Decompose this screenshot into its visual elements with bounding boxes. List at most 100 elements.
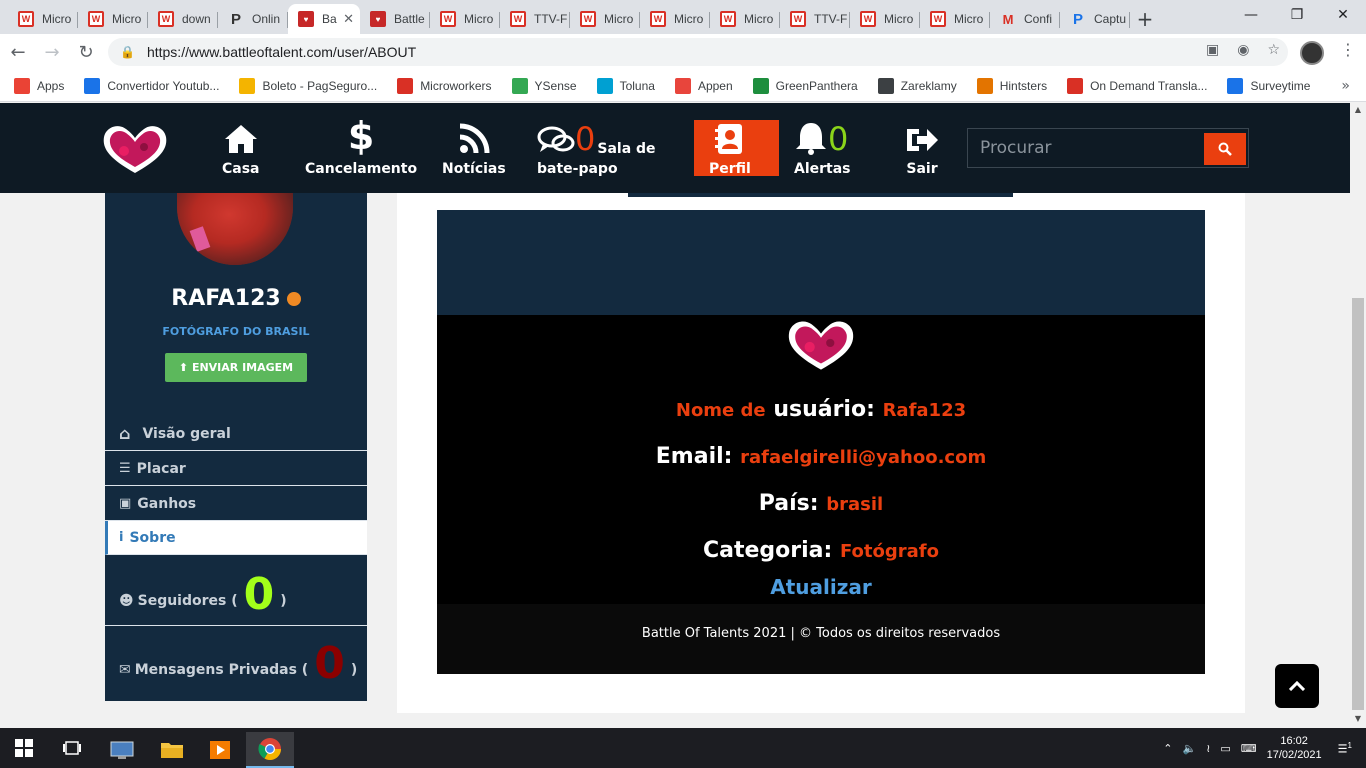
bookmark-list: Apps Convertidor Youtub... Boleto - PagSeg…: [14, 77, 1330, 94]
nav-news[interactable]: Notícias: [442, 121, 506, 177]
nav-logout[interactable]: Sair: [905, 121, 939, 177]
avatar[interactable]: [177, 193, 293, 265]
page-scrollbar[interactable]: ▲ ▼: [1350, 103, 1366, 728]
address-bar[interactable]: 🔒 https://www.battleoftalent.com/user/AB…: [108, 38, 1288, 66]
browser-tab[interactable]: W Micro: [640, 4, 710, 34]
nav-cancel[interactable]: $ Cancelamento: [305, 117, 417, 177]
new-tab-button[interactable]: +: [1130, 4, 1160, 34]
sidebar-item-overview[interactable]: ⌂ Visão geral: [105, 417, 367, 451]
cover-tab-edge: [628, 193, 1013, 197]
bookmark-item[interactable]: Zareklamy: [877, 77, 957, 94]
browser-tab[interactable]: P Onlin: [218, 4, 288, 34]
taskbar-clock[interactable]: 16:02 17/02/2021: [1267, 734, 1322, 762]
browser-tab[interactable]: W Micro: [8, 4, 78, 34]
bookmark-item[interactable]: Appen: [674, 77, 733, 94]
reload-button[interactable]: ↻: [70, 36, 102, 68]
sidebar-item-scoreboard[interactable]: ☰ Placar: [105, 452, 367, 486]
bookmark-item[interactable]: YSense: [511, 77, 577, 94]
bookmark-item[interactable]: Hintsters: [976, 77, 1047, 94]
tab-favicon-icon: W: [930, 11, 946, 27]
bookmark-item[interactable]: Boleto - PagSeguro...: [239, 77, 377, 94]
close-window-button[interactable]: ✕: [1320, 0, 1366, 30]
browser-tab[interactable]: ♥ Battle: [360, 4, 430, 34]
bookmark-item[interactable]: Apps: [14, 77, 64, 94]
sidebar-item-about[interactable]: i Sobre: [105, 521, 367, 555]
scroll-thumb[interactable]: [1352, 298, 1364, 710]
volume-icon[interactable]: 🔈: [1182, 742, 1196, 755]
back-to-top-button[interactable]: [1275, 664, 1319, 708]
tab-title: Onlin: [252, 12, 281, 26]
browser-tab[interactable]: W Micro: [710, 4, 780, 34]
windows-start-button[interactable]: [0, 728, 48, 768]
keyboard-icon[interactable]: ⌨: [1241, 742, 1257, 755]
bookmark-item[interactable]: Convertidor Youtub...: [84, 77, 219, 94]
profile-avatar[interactable]: [1300, 41, 1324, 65]
bookmark-item[interactable]: Surveytime: [1227, 77, 1310, 94]
tracking-icon[interactable]: ◉: [1237, 42, 1249, 58]
back-button[interactable]: ←: [2, 36, 34, 68]
url-text[interactable]: https://www.battleoftalent.com/user/ABOU…: [147, 44, 416, 60]
minimize-button[interactable]: —: [1228, 0, 1274, 30]
contact-card-icon: [714, 121, 745, 155]
task-view-icon[interactable]: [48, 728, 96, 768]
browser-tab[interactable]: W TTV-F: [780, 4, 850, 34]
browser-tab[interactable]: W TTV-F: [500, 4, 570, 34]
browser-tab[interactable]: ♥ Ba ✕: [288, 4, 360, 34]
bookmark-item[interactable]: GreenPanthera: [752, 77, 858, 94]
about-category-row: Categoria: Fotógrafo: [702, 538, 939, 563]
scroll-down-arrow[interactable]: ▼: [1350, 714, 1366, 726]
browser-tab[interactable]: M Confi: [990, 4, 1060, 34]
tab-title: Micro: [112, 12, 142, 26]
tab-title: down: [182, 12, 211, 26]
sidebar-item-earnings[interactable]: ▣ Ganhos: [105, 487, 367, 521]
username-value: Rafa123: [882, 400, 967, 421]
tab-close-icon[interactable]: ✕: [343, 11, 354, 27]
update-link[interactable]: Atualizar: [437, 575, 1205, 599]
translate-icon[interactable]: ▣: [1206, 42, 1219, 58]
network-app-icon[interactable]: [98, 732, 146, 768]
search-button[interactable]: [1204, 133, 1246, 165]
tab-title: Micro: [954, 12, 984, 26]
maximize-button[interactable]: ❐: [1274, 0, 1320, 30]
lock-icon: 🔒: [120, 45, 135, 59]
tab-favicon-icon: W: [18, 11, 34, 27]
notifications-icon[interactable]: ☰1: [1338, 741, 1352, 756]
more-bookmarks-icon[interactable]: »: [1341, 78, 1350, 94]
browser-tab[interactable]: W Micro: [78, 4, 148, 34]
nav-home[interactable]: Casa: [222, 121, 260, 177]
private-messages-counter[interactable]: ✉ Mensagens Privadas ( 0 ): [105, 636, 367, 692]
wifi-icon[interactable]: ≀: [1206, 742, 1210, 755]
chrome-taskbar-icon[interactable]: [246, 732, 294, 768]
bookmark-star-icon[interactable]: ☆: [1267, 42, 1280, 58]
search-input[interactable]: [968, 129, 1203, 167]
battery-icon[interactable]: ▭: [1220, 742, 1230, 755]
tab-title: Micro: [604, 12, 634, 26]
bookmark-item[interactable]: Toluna: [596, 77, 655, 94]
followers-counter[interactable]: ☻ Seguidores ( 0 ): [105, 567, 367, 623]
tab-favicon-icon: W: [158, 11, 174, 27]
browser-tab[interactable]: Wdown: [148, 4, 218, 34]
bookmark-item[interactable]: On Demand Transla...: [1067, 77, 1207, 94]
browser-tab[interactable]: P Captu: [1060, 4, 1130, 34]
system-tray: ⌃ 🔈 ≀ ▭ ⌨ 16:02 17/02/2021 ☰1: [1163, 728, 1366, 768]
scroll-up-arrow[interactable]: ▲: [1350, 105, 1366, 117]
tray-chevron-up-icon[interactable]: ⌃: [1163, 742, 1172, 755]
battle-of-talents-logo[interactable]: [100, 121, 170, 177]
user-plus-icon: ☻: [119, 593, 134, 609]
browser-tab[interactable]: W Micro: [920, 4, 990, 34]
forward-button[interactable]: →: [36, 36, 68, 68]
browser-menu-icon[interactable]: ⋮: [1340, 40, 1356, 59]
browser-tab[interactable]: W Micro: [570, 4, 640, 34]
nav-profile[interactable]: Perfil: [709, 121, 751, 177]
file-explorer-icon[interactable]: [148, 732, 196, 768]
bookmark-item[interactable]: Microworkers: [397, 77, 492, 94]
browser-tab[interactable]: W Micro: [430, 4, 500, 34]
tab-title: Micro: [884, 12, 914, 26]
browser-tab[interactable]: W Micro: [850, 4, 920, 34]
nav-chat[interactable]: 0 Sala de bate-papo: [537, 121, 656, 177]
nav-alerts[interactable]: 0 Alertas: [794, 121, 851, 177]
media-player-icon[interactable]: [196, 732, 244, 768]
profile-username: RAFA123: [105, 286, 367, 311]
upload-image-button[interactable]: ⬆ ENVIAR IMAGEM: [165, 353, 307, 382]
category-value: Fotógrafo: [839, 541, 939, 562]
